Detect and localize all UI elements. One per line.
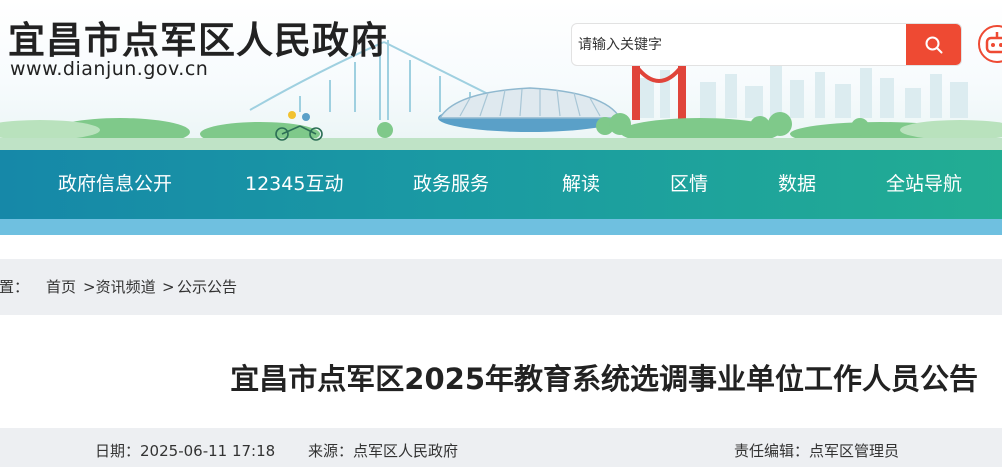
site-title[interactable]: 宜昌市点军区人民政府 bbox=[8, 10, 388, 64]
main-nav: 政府信息公开 12345互动 政务服务 解读 区情 数据 全站导航 bbox=[0, 150, 1002, 219]
breadcrumb-news[interactable]: >资讯频道 bbox=[83, 259, 156, 315]
date-label: 日期： bbox=[95, 442, 141, 460]
nav-item-gov-info[interactable]: 政府信息公开 bbox=[58, 150, 172, 219]
nav-accent-strip bbox=[0, 219, 1002, 235]
article-meta: 日期：2025-06-11 17:18 来源：点军区人民政府 责任编辑：点军区管… bbox=[0, 428, 1002, 467]
publish-date: 2025-06-11 17:18 bbox=[140, 442, 276, 460]
nav-item-district[interactable]: 区情 bbox=[670, 150, 708, 219]
source-label: 来源： bbox=[308, 442, 354, 460]
breadcrumb: 位置： 首页 >资讯频道 > 公示公告 bbox=[0, 259, 1002, 315]
search-button[interactable] bbox=[906, 24, 961, 65]
nav-item-12345[interactable]: 12345互动 bbox=[245, 150, 343, 219]
nav-item-data[interactable]: 数据 bbox=[778, 150, 816, 219]
nav-item-site-nav[interactable]: 全站导航 bbox=[886, 150, 962, 219]
header-banner: 宜昌市点军区人民政府 www.dianjun.gov.cn bbox=[0, 0, 1002, 150]
site-url[interactable]: www.dianjun.gov.cn bbox=[10, 58, 208, 80]
editor-label: 责任编辑： bbox=[734, 442, 810, 460]
article-title: 宜昌市点军区2025年教育系统选调事业单位工作人员公告 bbox=[230, 362, 978, 396]
nav-item-interpret[interactable]: 解读 bbox=[562, 150, 600, 219]
robot-icon[interactable] bbox=[977, 24, 1002, 64]
nav-item-services[interactable]: 政务服务 bbox=[413, 150, 489, 219]
breadcrumb-notices[interactable]: 公示公告 bbox=[177, 259, 237, 315]
search-box bbox=[571, 23, 962, 66]
breadcrumb-home[interactable]: 首页 bbox=[46, 259, 76, 315]
breadcrumb-separator: > bbox=[162, 278, 175, 296]
article-editor: 点军区管理员 bbox=[809, 442, 900, 460]
article-source: 点军区人民政府 bbox=[353, 442, 459, 460]
search-input[interactable] bbox=[572, 24, 908, 65]
breadcrumb-prefix: 位置： bbox=[0, 278, 30, 296]
search-icon bbox=[925, 36, 942, 53]
